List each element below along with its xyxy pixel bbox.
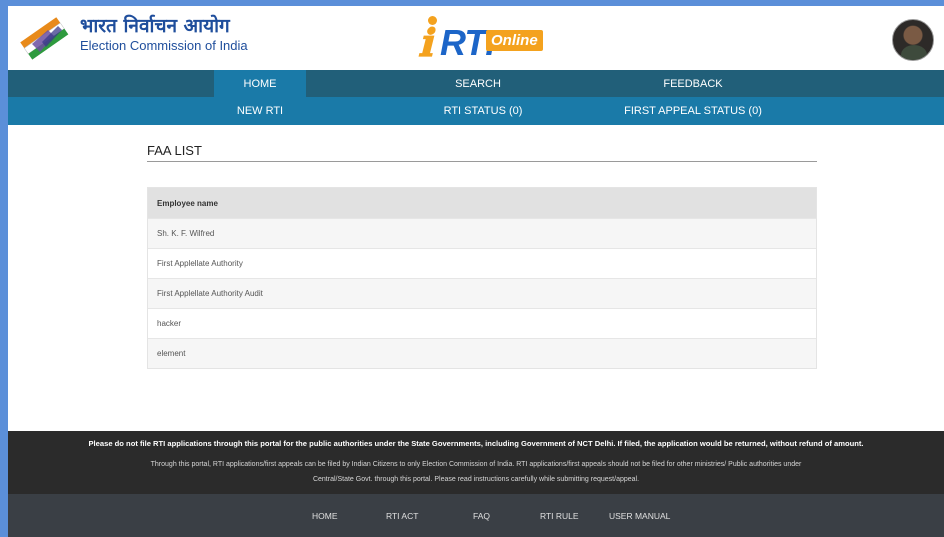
table-row[interactable]: First Applellate Authority Audit <box>148 278 816 308</box>
table-cell-employee-name: element <box>157 349 186 358</box>
brand-hindi-title: भारत निर्वाचन आयोग <box>80 15 230 37</box>
rti-logo-badge: Online <box>486 30 543 51</box>
footer-notice-bold: Please do not file RTI applications thro… <box>88 439 864 448</box>
nav-new-rti[interactable]: NEW RTI <box>214 97 306 125</box>
footer-link-faq[interactable]: FAQ <box>473 494 490 537</box>
eci-emblem-icon[interactable] <box>18 14 70 62</box>
user-avatar-icon[interactable] <box>892 19 934 61</box>
nav-first-appeal-status[interactable]: FIRST APPEAL STATUS (0) <box>618 97 768 125</box>
brand-english-title: Election Commission of India <box>80 38 248 53</box>
avatar-body-shape <box>901 45 927 60</box>
table-row[interactable]: Sh. K. F. Wilfred <box>148 218 816 248</box>
site-header: भारत निर्वाचन आयोग Election Commission o… <box>8 6 944 70</box>
rti-logo-i-glyph: ℹ <box>418 20 433 65</box>
footer-links: HOME RTI ACT FAQ RTI RULE USER MANUAL <box>8 494 944 537</box>
footer-link-user-manual[interactable]: USER MANUAL <box>609 494 670 537</box>
nav-search[interactable]: SEARCH <box>428 70 528 97</box>
title-divider <box>147 161 817 162</box>
table-row[interactable]: First Applellate Authority <box>148 248 816 278</box>
nav-rti-status[interactable]: RTI STATUS (0) <box>428 97 538 125</box>
table-header-employee-name: Employee name <box>148 188 816 218</box>
footer-notice: Please do not file RTI applications thro… <box>8 431 944 494</box>
rti-online-logo[interactable]: ℹ RTI Online <box>418 16 548 65</box>
table-row[interactable]: hacker <box>148 308 816 338</box>
table-cell-employee-name: hacker <box>157 319 182 328</box>
faa-table: Employee name Sh. K. F. Wilfred First Ap… <box>147 187 817 369</box>
secondary-nav: NEW RTI RTI STATUS (0) FIRST APPEAL STAT… <box>8 97 944 125</box>
footer-link-home[interactable]: HOME <box>312 494 338 537</box>
table-row[interactable]: element <box>148 338 816 368</box>
footer-notice-line-1: Through this portal, RTI applications/fi… <box>150 461 802 468</box>
primary-nav: HOME SEARCH FEEDBACK <box>8 70 944 97</box>
table-cell-employee-name: Sh. K. F. Wilfred <box>157 229 215 238</box>
table-cell-employee-name: First Applellate Authority Audit <box>157 289 263 298</box>
page-frame: भारत निर्वाचन आयोग Election Commission o… <box>8 6 944 537</box>
nav-feedback[interactable]: FEEDBACK <box>638 70 748 97</box>
footer-link-rti-act[interactable]: RTI ACT <box>386 494 418 537</box>
page-title: FAA LIST <box>147 143 202 158</box>
footer-notice-line-2: Central/State Govt. through this portal.… <box>312 476 640 483</box>
nav-home[interactable]: HOME <box>214 70 306 97</box>
footer-link-rti-rule[interactable]: RTI RULE <box>540 494 579 537</box>
table-cell-employee-name: First Applellate Authority <box>157 259 243 268</box>
